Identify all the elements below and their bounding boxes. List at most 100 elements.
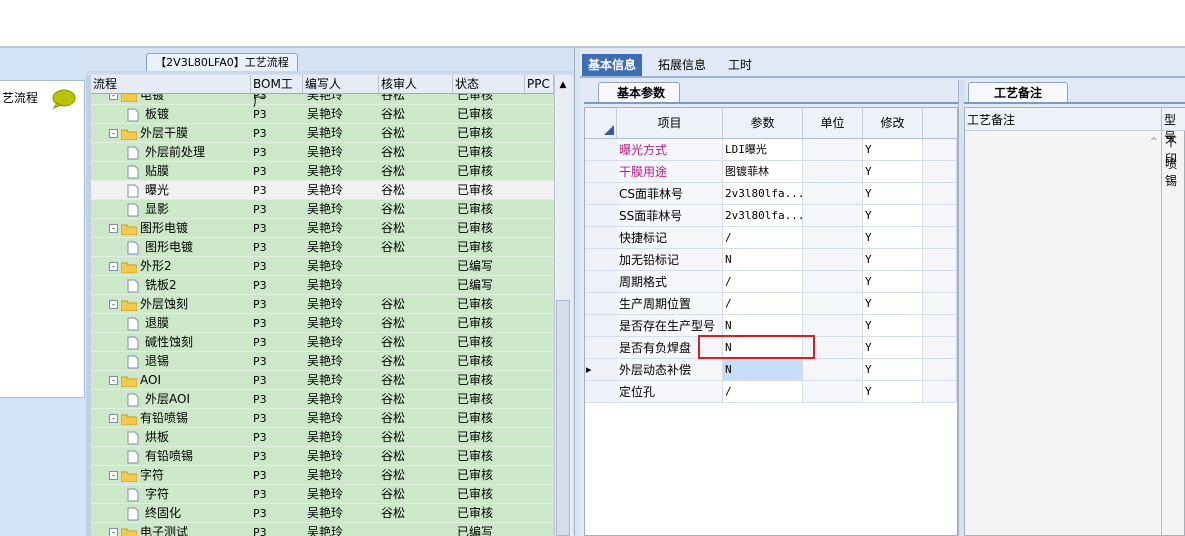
process-row[interactable]: - AOI P3 吴艳玲 谷松 已审核 [91, 371, 554, 390]
collapse-toggle-icon[interactable]: - [109, 262, 118, 271]
param-value-cell[interactable]: N [723, 249, 803, 271]
left-process-item[interactable] [0, 80, 85, 398]
process-row[interactable]: 烘板 P3 吴艳玲 谷松 已审核 [91, 428, 554, 447]
scroll-up-icon[interactable]: ▲ [556, 78, 570, 92]
row-selector-header[interactable] [585, 108, 617, 138]
param-value-cell[interactable]: / [723, 381, 803, 403]
process-node[interactable]: 铣板2 [127, 276, 177, 295]
col-header-ppc[interactable]: PPC [525, 75, 554, 93]
param-row[interactable]: CS面菲林号 2v3l80lfa... Y [585, 183, 957, 205]
process-row[interactable]: 有铅喷锡 P3 吴艳玲 谷松 已审核 [91, 447, 554, 466]
process-row[interactable]: - 图形电镀 P3 吴艳玲 谷松 已审核 [91, 219, 554, 238]
param-item-cell: 定位孔 [617, 381, 723, 403]
process-row[interactable]: - 电子测试 P3 吴艳玲 已编写 [91, 523, 554, 536]
param-row[interactable]: 曝光方式 LDI曝光 Y [585, 139, 957, 161]
process-node[interactable]: 碱性蚀刻 [127, 333, 193, 352]
process-row[interactable]: - 字符 P3 吴艳玲 谷松 已审核 [91, 466, 554, 485]
param-row[interactable]: SS面菲林号 2v3l80lfa... Y [585, 205, 957, 227]
process-node[interactable]: 外层AOI [127, 390, 190, 409]
collapse-toggle-icon[interactable]: - [109, 414, 118, 423]
process-row[interactable]: 碱性蚀刻 P3 吴艳玲 谷松 已审核 [91, 333, 554, 352]
process-row[interactable]: 外层前处理 P3 吴艳玲 谷松 已审核 [91, 143, 554, 162]
param-row[interactable]: 生产周期位置 / Y [585, 293, 957, 315]
process-node[interactable]: - 外形2 [109, 257, 172, 276]
process-row[interactable]: 字符 P3 吴艳玲 谷松 已审核 [91, 485, 554, 504]
col-header-param[interactable]: 参数 [723, 108, 803, 138]
tab-work-hours[interactable]: 工时 [722, 54, 758, 76]
col-header-status[interactable]: 状态 [453, 75, 525, 93]
speech-bubble-icon[interactable] [51, 89, 77, 109]
process-row[interactable]: 曝光 P3 吴艳玲 谷松 已审核 [91, 181, 554, 200]
process-node[interactable]: - 图形电镀 [109, 219, 188, 238]
param-row[interactable]: 周期格式 / Y [585, 271, 957, 293]
process-row[interactable]: 显影 P3 吴艳玲 谷松 已审核 [91, 200, 554, 219]
process-row[interactable]: 板镀 P3 吴艳玲 谷松 已审核 [91, 105, 554, 124]
param-row[interactable]: 是否存在生产型号 N Y [585, 315, 957, 337]
process-row[interactable]: 铣板2 P3 吴艳玲 已编写 [91, 276, 554, 295]
col-header-writer[interactable]: 编写人 [303, 75, 379, 93]
process-row[interactable]: 退锡 P3 吴艳玲 谷松 已审核 [91, 352, 554, 371]
process-row[interactable]: 外层AOI P3 吴艳玲 谷松 已审核 [91, 390, 554, 409]
process-node[interactable]: 退膜 [127, 314, 169, 333]
collapse-toggle-icon[interactable]: - [109, 129, 118, 138]
param-value-cell[interactable]: / [723, 293, 803, 315]
process-row[interactable]: 贴膜 P3 吴艳玲 谷松 已审核 [91, 162, 554, 181]
col-header-flow[interactable]: 流程 [91, 75, 251, 93]
process-node[interactable]: - 电子测试 [109, 523, 188, 536]
process-node[interactable]: 贴膜 [127, 162, 169, 181]
param-row[interactable]: 干膜用途 图镀菲林 Y [585, 161, 957, 183]
col-header-process-notes[interactable]: 工艺备注 [967, 111, 1015, 128]
param-row[interactable]: 外层动态补偿 N Y [585, 359, 957, 381]
col-header-modify[interactable]: 修改 [863, 108, 923, 138]
tab-process-notes[interactable]: 工艺备注 [968, 82, 1068, 103]
param-row[interactable]: 加无铅标记 N Y [585, 249, 957, 271]
param-value-cell[interactable]: 2v3l80lfa... [723, 205, 803, 227]
param-value-cell[interactable]: N [723, 315, 803, 337]
param-value-cell[interactable]: 图镀菲林 [723, 161, 803, 183]
col-header-item[interactable]: 项目 [617, 108, 723, 138]
process-node[interactable]: 图形电镀 [127, 238, 193, 257]
collapse-toggle-icon[interactable]: - [109, 224, 118, 233]
param-row[interactable]: 快捷标记 / Y [585, 227, 957, 249]
process-row[interactable]: 图形电镀 P3 吴艳玲 谷松 已审核 [91, 238, 554, 257]
process-node[interactable]: - 外层蚀刻 [109, 295, 188, 314]
process-node[interactable]: 终固化 [127, 504, 181, 523]
param-value-cell[interactable]: LDI曝光 [723, 139, 803, 161]
process-node[interactable]: 板镀 [127, 105, 169, 124]
collapse-toggle-icon[interactable]: - [109, 376, 118, 385]
collapse-toggle-icon[interactable]: - [109, 300, 118, 309]
param-value-cell[interactable]: / [723, 271, 803, 293]
tab-basic-info[interactable]: 基本信息 [582, 54, 643, 76]
tab-extended-info[interactable]: 拓展信息 [652, 54, 712, 76]
process-node[interactable]: - 字符 [109, 466, 164, 485]
process-row[interactable]: 退膜 P3 吴艳玲 谷松 已审核 [91, 314, 554, 333]
process-row[interactable]: - 外形2 P3 吴艳玲 已编写 [91, 257, 554, 276]
process-row[interactable]: 终固化 P3 吴艳玲 谷松 已审核 [91, 504, 554, 523]
process-node[interactable]: 曝光 [127, 181, 169, 200]
process-node[interactable]: 退锡 [127, 352, 169, 371]
process-node[interactable]: 外层前处理 [127, 143, 205, 162]
tab-basic-params[interactable]: 基本参数 [598, 82, 680, 102]
col-header-bom-factory[interactable]: BOM工厂 [251, 75, 303, 109]
collapse-toggle-icon[interactable]: - [109, 528, 118, 536]
process-node[interactable]: - 有铅喷锡 [109, 409, 188, 428]
param-row[interactable]: 定位孔 / Y [585, 381, 957, 403]
process-node[interactable]: 烘板 [127, 428, 169, 447]
process-panel-tab[interactable]: 【2V3L80LFA0】工艺流程 [146, 53, 298, 71]
scrollbar-thumb[interactable] [556, 300, 570, 536]
process-node[interactable]: - AOI [109, 371, 161, 390]
param-value-cell[interactable]: / [723, 227, 803, 249]
col-header-unit[interactable]: 单位 [803, 108, 863, 138]
process-node[interactable]: - 外层干膜 [109, 124, 188, 143]
collapse-toggle-icon[interactable]: - [109, 471, 118, 480]
col-header-reviewer[interactable]: 核审人 [379, 75, 453, 93]
process-row[interactable]: - 外层干膜 P3 吴艳玲 谷松 已审核 [91, 124, 554, 143]
param-value-cell[interactable]: 2v3l80lfa... [723, 183, 803, 205]
process-node[interactable]: 字符 [127, 485, 169, 504]
process-node[interactable]: 显影 [127, 200, 169, 219]
param-value-cell[interactable]: N [723, 359, 803, 381]
process-node[interactable]: 有铅喷锡 [127, 447, 193, 466]
notes-scroll-up-icon[interactable]: ^ [1150, 137, 1158, 147]
process-row[interactable]: - 有铅喷锡 P3 吴艳玲 谷松 已审核 [91, 409, 554, 428]
process-row[interactable]: - 外层蚀刻 P3 吴艳玲 谷松 已审核 [91, 295, 554, 314]
